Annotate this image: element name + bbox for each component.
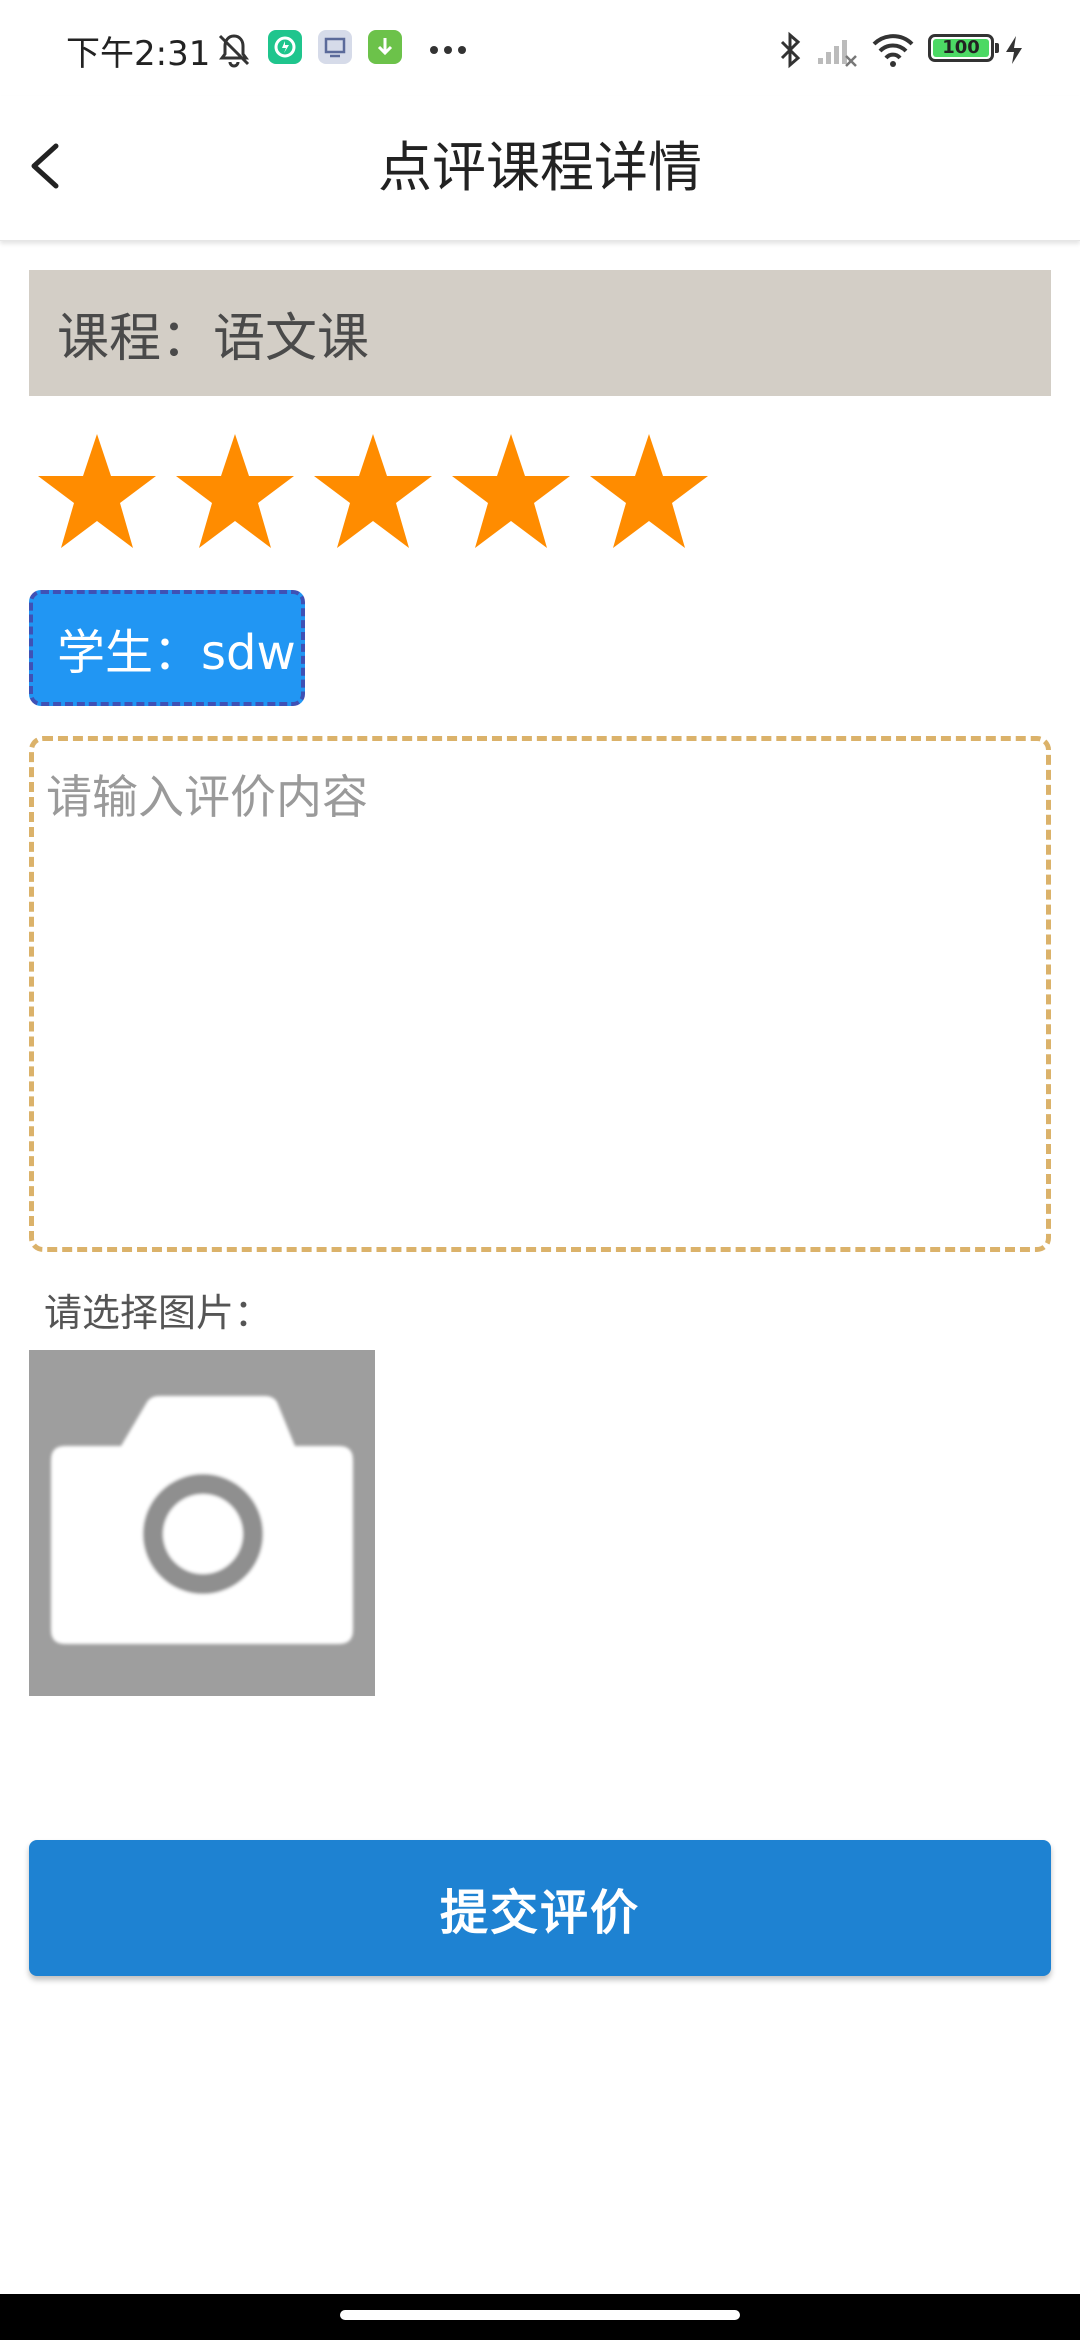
course-banner: 课程：语文课: [29, 270, 1051, 396]
download-app-icon: [368, 30, 402, 64]
status-bar: 下午2:31 100: [0, 0, 1080, 96]
student-tag: 学生：sdw: [29, 590, 305, 706]
bluetooth-icon: [780, 31, 801, 69]
camera-icon: [51, 1396, 353, 1644]
status-time: 下午2:31: [66, 34, 211, 74]
screen-app-icon: [318, 30, 352, 64]
shield-app-icon: [268, 30, 302, 64]
home-indicator[interactable]: [340, 2310, 740, 2320]
star-1-icon[interactable]: [36, 432, 158, 552]
submit-review-button[interactable]: 提交评价: [29, 1840, 1051, 1976]
app-bar: 点评课程详情: [0, 96, 1080, 241]
star-rating[interactable]: [36, 432, 736, 552]
image-picker-label: 请选择图片：: [44, 1291, 273, 1335]
comment-input[interactable]: [34, 741, 1046, 1247]
course-label: 课程：语文课: [57, 308, 370, 369]
star-5-icon[interactable]: [588, 432, 710, 552]
mute-bell-icon: [218, 34, 250, 68]
signal-icon: [818, 40, 857, 67]
system-nav-bar: [0, 2294, 1080, 2340]
charging-icon: [1006, 36, 1022, 64]
comment-field[interactable]: [29, 736, 1051, 1252]
more-dots-icon: [430, 46, 466, 54]
student-label: 学生：sdw: [57, 625, 296, 681]
battery-icon: 100: [928, 34, 999, 62]
star-4-icon[interactable]: [450, 432, 572, 552]
page-title: 点评课程详情: [378, 136, 702, 199]
page: 下午2:31 100 点评课程详情 课程：语文课 学生：sdw 请输入评价内容 …: [0, 0, 1080, 2340]
star-3-icon[interactable]: [312, 432, 434, 552]
chevron-left-icon: [31, 143, 59, 189]
photo-picker[interactable]: [29, 1350, 375, 1696]
star-2-icon[interactable]: [174, 432, 296, 552]
battery-level: 100: [942, 37, 980, 58]
wifi-icon: [872, 34, 914, 67]
back-button[interactable]: [18, 126, 90, 206]
